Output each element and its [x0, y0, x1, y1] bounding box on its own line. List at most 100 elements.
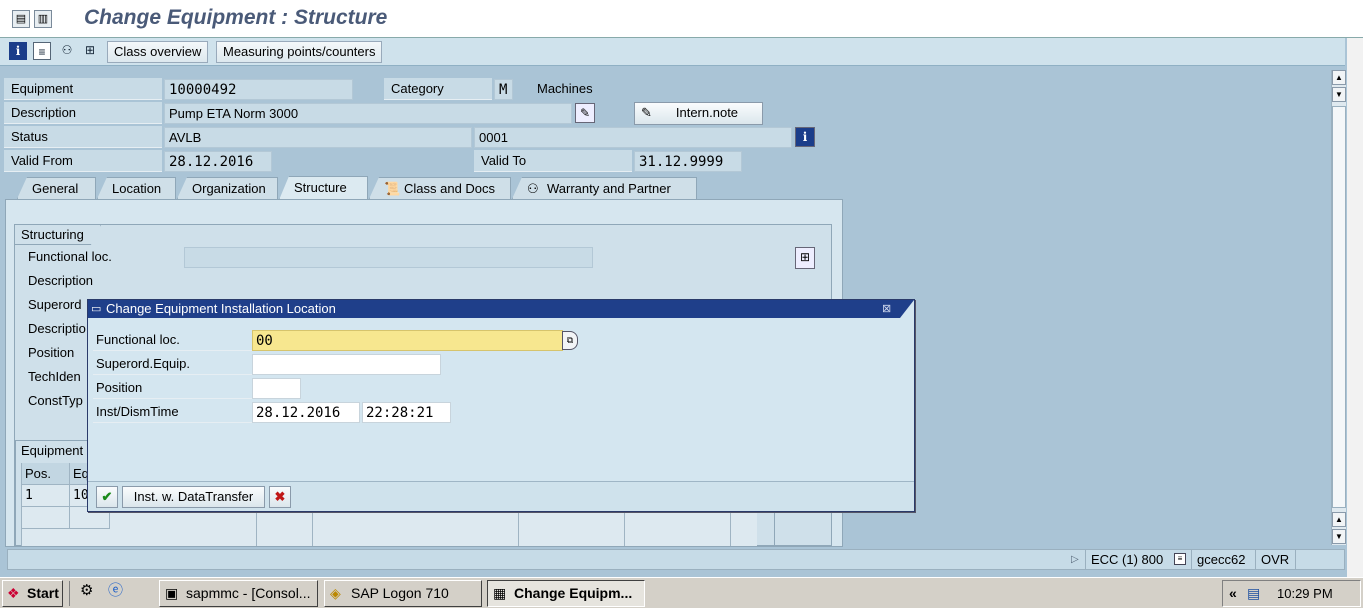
status-label: Status — [4, 126, 162, 148]
measuring-points-button[interactable]: Measuring points/counters — [216, 41, 383, 63]
task-sapmmc-label: sapmmc - [Consol... — [186, 585, 311, 601]
scroll-up-icon-lower[interactable]: ▲ — [1332, 512, 1346, 527]
dialog-footer: ✔ Inst. w. DataTransfer ✖ — [88, 481, 914, 511]
status-field[interactable]: AVLB — [164, 127, 472, 148]
description-label-2: Description — [28, 273, 94, 288]
window-edge — [1347, 38, 1363, 577]
intern-note-label: Intern.note — [675, 105, 739, 120]
valid-from-label: Valid From — [4, 150, 162, 172]
category-text: Machines — [537, 81, 593, 96]
title-bar: ▤ ▥ Change Equipment : Structure — [0, 0, 1363, 38]
browser-icon[interactable]: ⓔ — [108, 583, 124, 599]
category-field[interactable]: M — [494, 79, 513, 100]
class-overview-button[interactable]: Class overview — [107, 41, 209, 63]
tab-class-and-docs-label: Class and Docs — [404, 181, 496, 196]
dialog-superord-input[interactable] — [252, 354, 441, 375]
dialog-position-input[interactable] — [252, 378, 301, 399]
scroll-down-icon[interactable]: ▼ — [1332, 87, 1346, 102]
dialog-window-icon: ▭ — [91, 303, 102, 315]
dialog-title: Change Equipment Installation Location — [106, 301, 336, 316]
table-cell-pos[interactable]: 1 — [22, 485, 70, 507]
console-icon: ▣ — [165, 585, 179, 601]
windows-logo-icon: ❖ — [7, 585, 20, 601]
start-button[interactable]: ❖ Start — [2, 580, 63, 607]
partner-icon: ⚇ — [527, 181, 539, 196]
scroll-down-icon-lower[interactable]: ▼ — [1332, 529, 1346, 544]
dialog-functional-loc-label: Functional loc. — [93, 329, 253, 351]
tab-warranty-label: Warranty and Partner — [547, 181, 671, 196]
equipment-field[interactable]: 10000492 — [164, 79, 353, 100]
dialog-functional-loc-input[interactable]: 00 — [252, 330, 563, 351]
status-info-icon[interactable]: i — [795, 127, 815, 147]
task-change-equipment-label: Change Equipm... — [514, 585, 633, 601]
status-segment-empty — [1295, 550, 1325, 569]
dialog-inst-time[interactable]: 22:28:21 — [362, 402, 451, 423]
system-tray: « ▤ 10:29 PM — [1222, 580, 1361, 607]
tab-general[interactable]: General — [17, 177, 96, 199]
info-icon[interactable]: i — [9, 42, 27, 60]
start-label: Start — [27, 585, 59, 601]
scroll-up-icon[interactable]: ▲ — [1332, 70, 1346, 85]
tab-class-and-docs[interactable]: 📜 Class and Docs — [369, 177, 511, 199]
confirm-check-icon[interactable]: ✔ — [96, 486, 118, 508]
application-toolbar: i ≡ ⚇ ⊞ Class overview Measuring points/… — [0, 38, 1345, 66]
task-sapmmc[interactable]: ▣ sapmmc - [Consol... — [159, 580, 318, 607]
tab-warranty-and-partner[interactable]: ⚇ Warranty and Partner — [512, 177, 697, 199]
value-help-icon[interactable]: ⧉ — [562, 331, 578, 350]
tab-structure[interactable]: Structure — [279, 176, 368, 200]
tab-location[interactable]: Location — [97, 177, 176, 199]
status-expand-icon[interactable]: ▷ — [1071, 550, 1079, 569]
tab-organization[interactable]: Organization — [177, 177, 278, 199]
functional-loc-field[interactable] — [184, 247, 593, 268]
layout-icon[interactable]: ▥ — [34, 10, 52, 28]
dialog-inst-label: Inst/DismTime — [93, 401, 253, 423]
valid-to-label: Valid To — [474, 150, 632, 172]
hierarchy-icon[interactable]: ⊞ — [795, 247, 815, 269]
dialog-superord-label: Superord.Equip. — [93, 353, 253, 375]
edit-description-icon[interactable]: ✎ — [575, 103, 595, 123]
change-installation-dialog: ▭ Change Equipment Installation Location… — [87, 299, 915, 512]
cancel-x-icon[interactable]: ✖ — [269, 486, 291, 508]
quick-launch-icon[interactable]: ⚙ — [80, 583, 96, 599]
equipment-label: Equipment — [4, 78, 162, 100]
sap-window-icon: ▦ — [493, 585, 507, 601]
server-info: gcecc62 — [1191, 550, 1255, 569]
partner-icon[interactable]: ⚇ — [57, 41, 77, 61]
system-info: ECC (1) 800 — [1085, 550, 1185, 569]
task-sap-logon-label: SAP Logon 710 — [351, 585, 449, 601]
page-title: Change Equipment : Structure — [84, 6, 388, 29]
hierarchy-icon[interactable]: ⊞ — [80, 41, 100, 61]
category-label: Category — [384, 78, 492, 100]
description-label: Description — [4, 102, 162, 124]
dialog-position-label: Position — [93, 377, 253, 399]
document-icon[interactable]: ≡ — [33, 42, 51, 60]
structuring-title: Structuring — [15, 225, 101, 245]
tray-chevron-icon[interactable]: « — [1229, 585, 1237, 601]
clock: 10:29 PM — [1277, 586, 1333, 601]
task-sap-logon[interactable]: ◈ SAP Logon 710 — [324, 580, 482, 607]
menu-icon[interactable]: ▤ — [12, 10, 30, 28]
functional-loc-label: Functional loc. — [28, 249, 112, 264]
insert-mode: OVR — [1255, 550, 1295, 569]
scroll-thumb[interactable] — [1332, 106, 1346, 508]
server-list-icon[interactable]: ≡ — [1174, 553, 1186, 565]
equipment-table-title: Equipment — [21, 443, 84, 458]
table-row[interactable] — [22, 507, 70, 529]
task-change-equipment[interactable]: ▦ Change Equipm... — [487, 580, 645, 607]
inst-data-transfer-button[interactable]: Inst. w. DataTransfer — [122, 486, 265, 508]
taskbar: ❖ Start ⚙ ⓔ ▣ sapmmc - [Consol... ◈ SAP … — [0, 577, 1363, 608]
dialog-inst-date[interactable]: 28.12.2016 — [252, 402, 360, 423]
status-field-2[interactable]: 0001 — [474, 127, 792, 148]
scroll-icon: 📜 — [384, 181, 401, 196]
valid-to-field[interactable]: 31.12.9999 — [634, 151, 742, 172]
column-header-pos[interactable]: Pos. — [22, 463, 70, 485]
intern-note-button[interactable]: ✎ Intern.note — [634, 102, 763, 125]
description-field[interactable]: Pump ETA Norm 3000 — [164, 103, 572, 124]
edit-icon: ✎ — [641, 105, 652, 120]
dialog-title-bar: ▭ Change Equipment Installation Location… — [88, 300, 914, 318]
network-icon[interactable]: ▤ — [1247, 585, 1260, 602]
close-icon[interactable]: ⊠ — [882, 300, 891, 318]
taskbar-separator — [69, 581, 70, 606]
vertical-scrollbar[interactable]: ▲ ▼ ▲ ▼ — [1331, 70, 1346, 545]
valid-from-field[interactable]: 28.12.2016 — [164, 151, 272, 172]
